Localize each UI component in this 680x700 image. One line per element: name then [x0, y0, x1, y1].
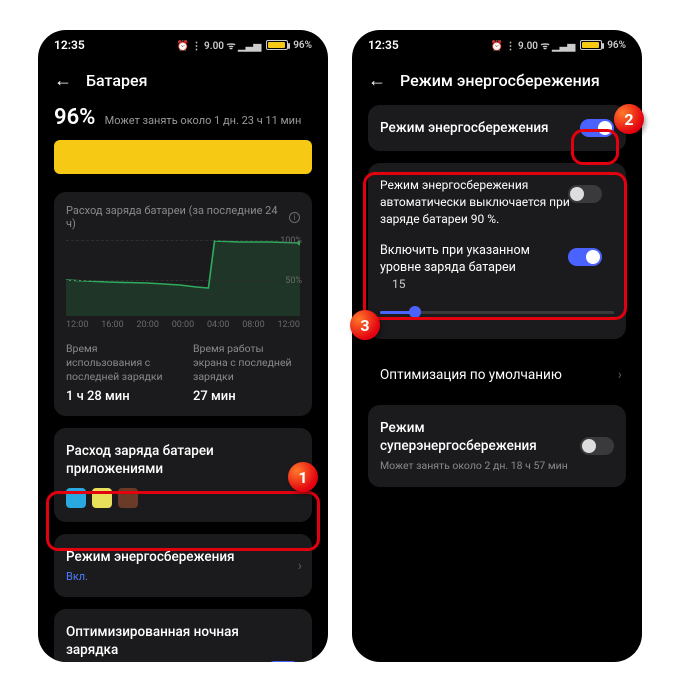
battery-percent: 96% — [54, 105, 95, 130]
back-icon[interactable]: ← — [368, 70, 386, 91]
psm-master-toggle[interactable] — [580, 119, 614, 137]
chart-x-labels: 12:0016:0020:0000:0004:0008:0012:00 — [66, 320, 300, 330]
battery-chart: 100%50% — [66, 238, 300, 316]
usage-since-charge-value: 1 ч 28 мин — [66, 389, 173, 404]
psm-auto-off-label: Режим энергосбережения автоматически вык… — [380, 177, 570, 227]
battery-icon — [266, 40, 288, 50]
status-time: 12:35 — [368, 38, 399, 52]
header: ← Батарея — [54, 60, 312, 105]
status-icons: ⏰ ⋮ 9.00 ᯤ ▁▃▅ 96% — [491, 38, 626, 52]
usage-chart-card[interactable]: Расход заряда батареи (за последние 24 ч… — [54, 192, 312, 416]
power-saving-mode-row[interactable]: Режим энергосбережения Вкл. › — [54, 534, 312, 597]
battery-bar — [54, 140, 312, 174]
app-usage-row[interactable]: Расход заряда батареи приложениями — [54, 428, 312, 522]
psm-threshold-slider[interactable] — [380, 301, 614, 323]
status-bar: 12:35 ⏰ ⋮ 9.00 ᯤ ▁▃▅ 96% — [368, 30, 626, 60]
default-optimization-row[interactable]: Оптимизация по умолчанию › — [368, 351, 626, 399]
screen-since-charge-value: 27 мин — [193, 389, 300, 404]
app-icons — [66, 488, 300, 508]
psm-master-row[interactable]: Режим энергосбережения — [368, 105, 626, 151]
header: ← Режим энергосбережения — [368, 60, 626, 105]
phone-left: 12:35 ⏰ ⋮ 9.00 ᯤ ▁▃▅ 96% ← Батарея 96% М… — [38, 30, 328, 662]
usage-since-charge-label: Время использования с последней зарядки — [66, 342, 173, 385]
app-icon — [92, 488, 112, 508]
status-bar: 12:35 ⏰ ⋮ 9.00 ᯤ ▁▃▅ 96% — [54, 30, 312, 60]
super-psm-toggle[interactable] — [580, 437, 614, 455]
screen-since-charge-label: Время работы экрана с последней зарядки — [193, 342, 300, 385]
psm-auto-on-label: Включить при указанном уровне заряда бат… — [380, 242, 570, 277]
psm-auto-on-toggle[interactable] — [568, 248, 602, 266]
app-icon — [118, 488, 138, 508]
psm-auto-group: Режим энергосбережения автоматически вык… — [368, 163, 626, 338]
back-icon[interactable]: ← — [54, 70, 72, 91]
info-icon[interactable]: i — [289, 212, 300, 223]
battery-estimate: Может занять около 1 дн. 23 ч 11 мин — [105, 114, 302, 127]
status-time: 12:35 — [54, 38, 85, 52]
chevron-right-icon: › — [618, 367, 622, 383]
phone-right: 12:35 ⏰ ⋮ 9.00 ᯤ ▁▃▅ 96% ← Режим энергос… — [352, 30, 642, 662]
night-charging-toggle[interactable] — [266, 661, 300, 662]
battery-summary: 96% Может занять около 1 дн. 23 ч 11 мин — [54, 105, 312, 174]
power-saving-state: Вкл. — [66, 570, 300, 583]
chart-caption: Расход заряда батареи (за последние 24 ч… — [66, 204, 285, 230]
psm-auto-off-toggle[interactable] — [568, 185, 602, 203]
psm-threshold-value: 15 — [392, 277, 614, 291]
super-psm-row[interactable]: Режим суперэнергосбережения Может занять… — [368, 405, 626, 488]
page-title: Батарея — [86, 71, 147, 90]
status-icons: ⏰ ⋮ 9.00 ᯤ ▁▃▅ 96% — [177, 38, 312, 52]
app-icon — [66, 488, 86, 508]
night-charging-row[interactable]: Оптимизированная ночная зарядка Чтобы пр… — [54, 609, 312, 662]
battery-icon — [580, 40, 602, 50]
chevron-right-icon: › — [298, 558, 302, 574]
page-title: Режим энергосбережения — [400, 71, 600, 90]
